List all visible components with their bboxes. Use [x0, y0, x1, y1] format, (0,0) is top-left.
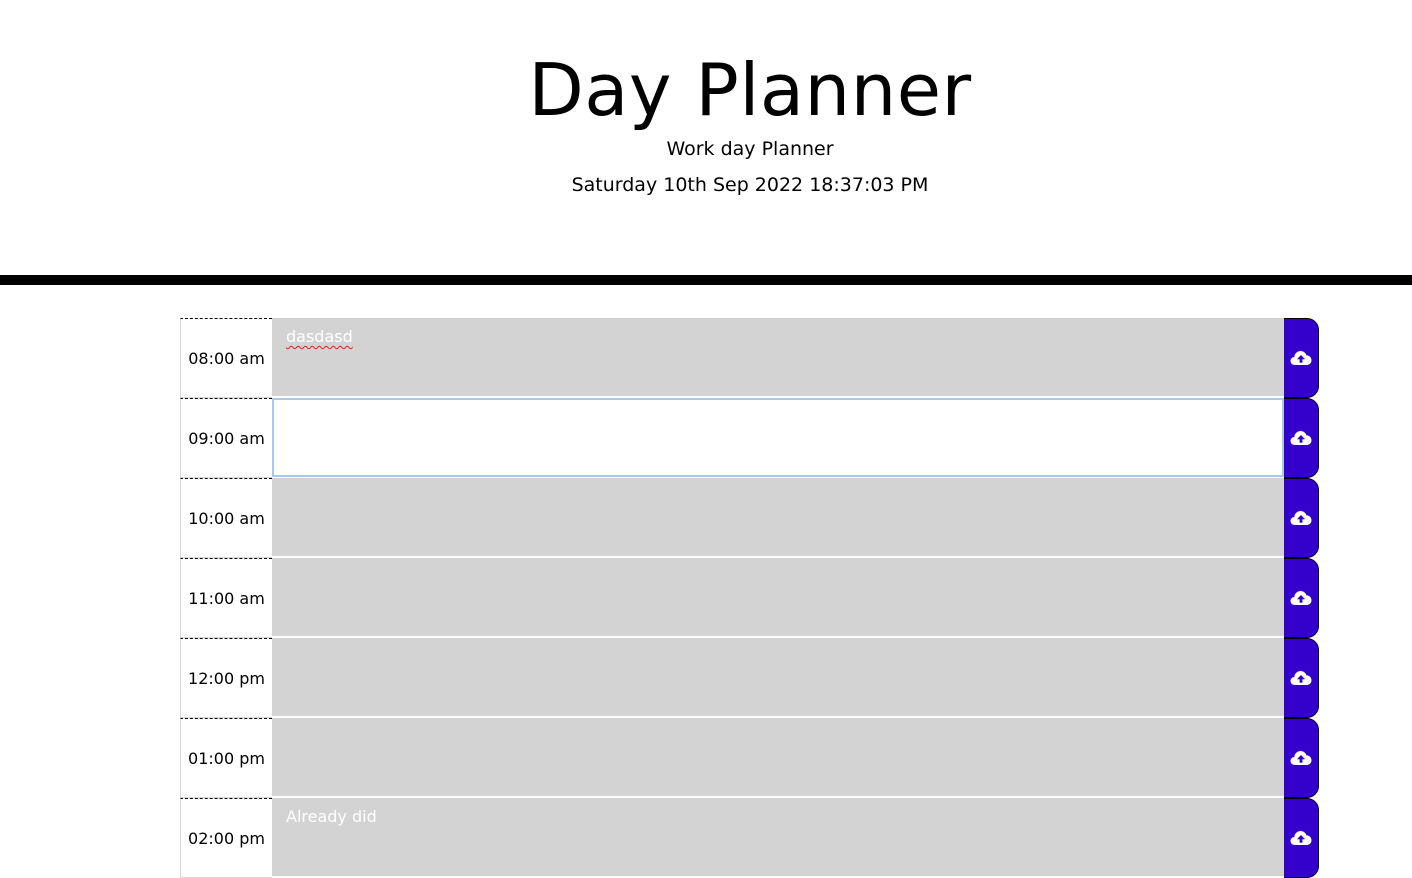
task-text: dasdasd [286, 327, 353, 346]
hour-label: 02:00 pm [180, 798, 272, 878]
time-block-row: 11:00 am [180, 558, 1320, 638]
task-description-input[interactable] [272, 398, 1284, 477]
task-description-input[interactable]: dasdasd [272, 318, 1284, 397]
time-block-row: 09:00 am [180, 398, 1320, 478]
save-button[interactable] [1284, 718, 1319, 798]
cloud-upload-icon [1290, 511, 1312, 525]
task-description-input[interactable] [272, 558, 1284, 637]
page-title: Day Planner [528, 48, 972, 132]
hour-label: 11:00 am [180, 558, 272, 638]
page-header: Day Planner Work day Planner Saturday 10… [0, 0, 1412, 275]
hour-label: 08:00 am [180, 318, 272, 398]
save-button[interactable] [1284, 478, 1319, 558]
hour-label: 09:00 am [180, 398, 272, 478]
time-block-row: 08:00 am dasdasd [180, 318, 1320, 398]
cloud-upload-icon [1290, 671, 1312, 685]
cloud-upload-icon [1290, 751, 1312, 765]
time-block-list: 08:00 am dasdasd 09:00 am 10:00 am 11:00… [180, 318, 1320, 878]
save-button[interactable] [1284, 398, 1319, 478]
time-block-row: 02:00 pm Already did [180, 798, 1320, 878]
time-block-row: 01:00 pm [180, 718, 1320, 798]
task-description-input[interactable] [272, 638, 1284, 717]
save-button[interactable] [1284, 558, 1319, 638]
cloud-upload-icon [1290, 591, 1312, 605]
task-text: Already did [286, 807, 377, 826]
save-button[interactable] [1284, 638, 1319, 718]
task-description-input[interactable]: Already did [272, 798, 1284, 877]
time-block-row: 10:00 am [180, 478, 1320, 558]
hour-label: 12:00 pm [180, 638, 272, 718]
save-button[interactable] [1284, 318, 1319, 398]
cloud-upload-icon [1290, 831, 1312, 845]
save-button[interactable] [1284, 798, 1319, 878]
task-description-input[interactable] [272, 478, 1284, 557]
header-divider [0, 275, 1412, 285]
task-description-input[interactable] [272, 718, 1284, 797]
hour-label: 10:00 am [180, 478, 272, 558]
time-block-row: 12:00 pm [180, 638, 1320, 718]
page-subtitle: Work day Planner [666, 138, 834, 160]
hour-label: 01:00 pm [180, 718, 272, 798]
cloud-upload-icon [1290, 351, 1312, 365]
current-datetime: Saturday 10th Sep 2022 18:37:03 PM [571, 174, 929, 196]
cloud-upload-icon [1290, 431, 1312, 445]
